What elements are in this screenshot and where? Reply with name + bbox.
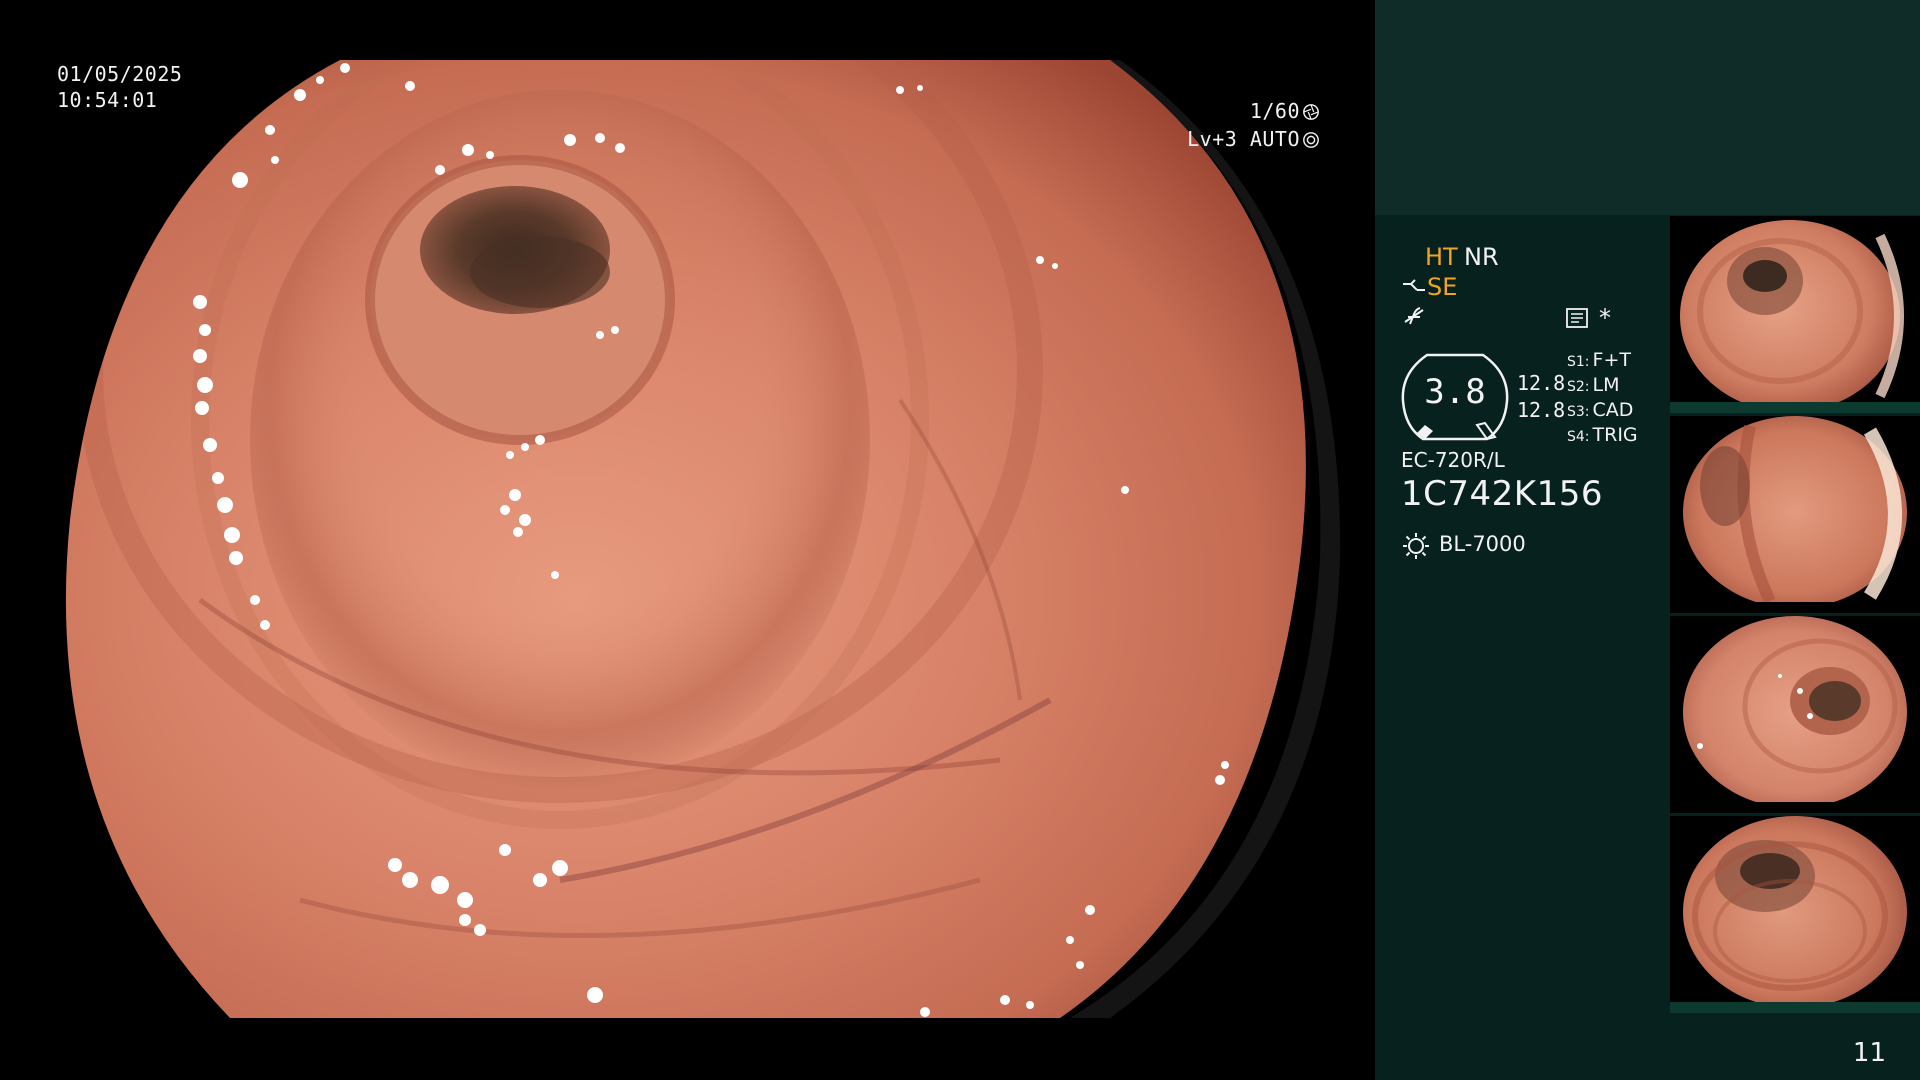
thumbnail-image: [1670, 220, 1920, 413]
endoscope-live-view: 01/05/2025 10:54:01 1/60 Lv+3 AUTO: [0, 0, 1375, 1080]
mode-nr: NR: [1464, 243, 1499, 271]
mode-ht: HT: [1425, 243, 1458, 271]
captured-thumbnail-2[interactable]: [1670, 416, 1920, 613]
freeze-icon: [1404, 307, 1424, 325]
iris-icon: [1303, 132, 1319, 148]
exam-time: 10:54:01: [57, 88, 158, 112]
switch-slot-1: S1: F+T: [1567, 349, 1631, 371]
page-number: 11: [1852, 1038, 1886, 1068]
gauge-value: 3.8: [1424, 372, 1486, 412]
exam-date: 01/05/2025: [57, 62, 183, 86]
mode-se: SE: [1427, 273, 1458, 301]
scope-model: EC-720R/L: [1401, 448, 1505, 472]
shutter-icon: [1303, 104, 1319, 120]
brightness-level: Lv+3 AUTO: [1187, 127, 1300, 151]
endoscope-image: [65, 60, 1341, 1018]
slot-key: S3:: [1567, 404, 1590, 420]
captured-thumbnail-1[interactable]: [1670, 216, 1920, 413]
scope-serial-number: 1C742K156: [1401, 474, 1603, 514]
gauge-readout-2: 12.8: [1517, 398, 1566, 422]
memory-icon: [1566, 308, 1588, 328]
light-source-icon: [1403, 533, 1429, 559]
gauge-readout-1: 12.8: [1517, 371, 1566, 395]
light-source-model: BL-7000: [1439, 532, 1526, 556]
captured-thumbnail-3[interactable]: [1670, 616, 1920, 813]
thumbnail-image: [1670, 616, 1920, 813]
thumbnail-image: [1670, 816, 1920, 1013]
switch-slot-4: S4: TRIG: [1567, 424, 1638, 446]
slot-value: F+T: [1592, 349, 1631, 371]
captured-thumbnail-4[interactable]: [1670, 816, 1920, 1013]
switch-slot-3: S3: CAD: [1567, 399, 1633, 421]
shutter-readout: 1/60: [1250, 99, 1320, 124]
slot-key: S4:: [1567, 429, 1590, 445]
slot-key: S1:: [1567, 354, 1590, 370]
slot-value: CAD: [1592, 399, 1634, 421]
switch-slot-2: S2: LM: [1567, 374, 1620, 396]
shutter-speed: 1/60: [1249, 99, 1300, 123]
brightness-readout: Lv+3 AUTO: [1187, 127, 1320, 152]
slot-value: TRIG: [1592, 424, 1638, 446]
thumbnail-image: [1670, 416, 1920, 613]
panel-header-area: [1375, 0, 1920, 215]
slot-value: LM: [1592, 374, 1620, 396]
scope-sensor-icon: [1403, 279, 1425, 291]
star-indicator: *: [1599, 304, 1611, 332]
slot-key: S2:: [1567, 379, 1590, 395]
